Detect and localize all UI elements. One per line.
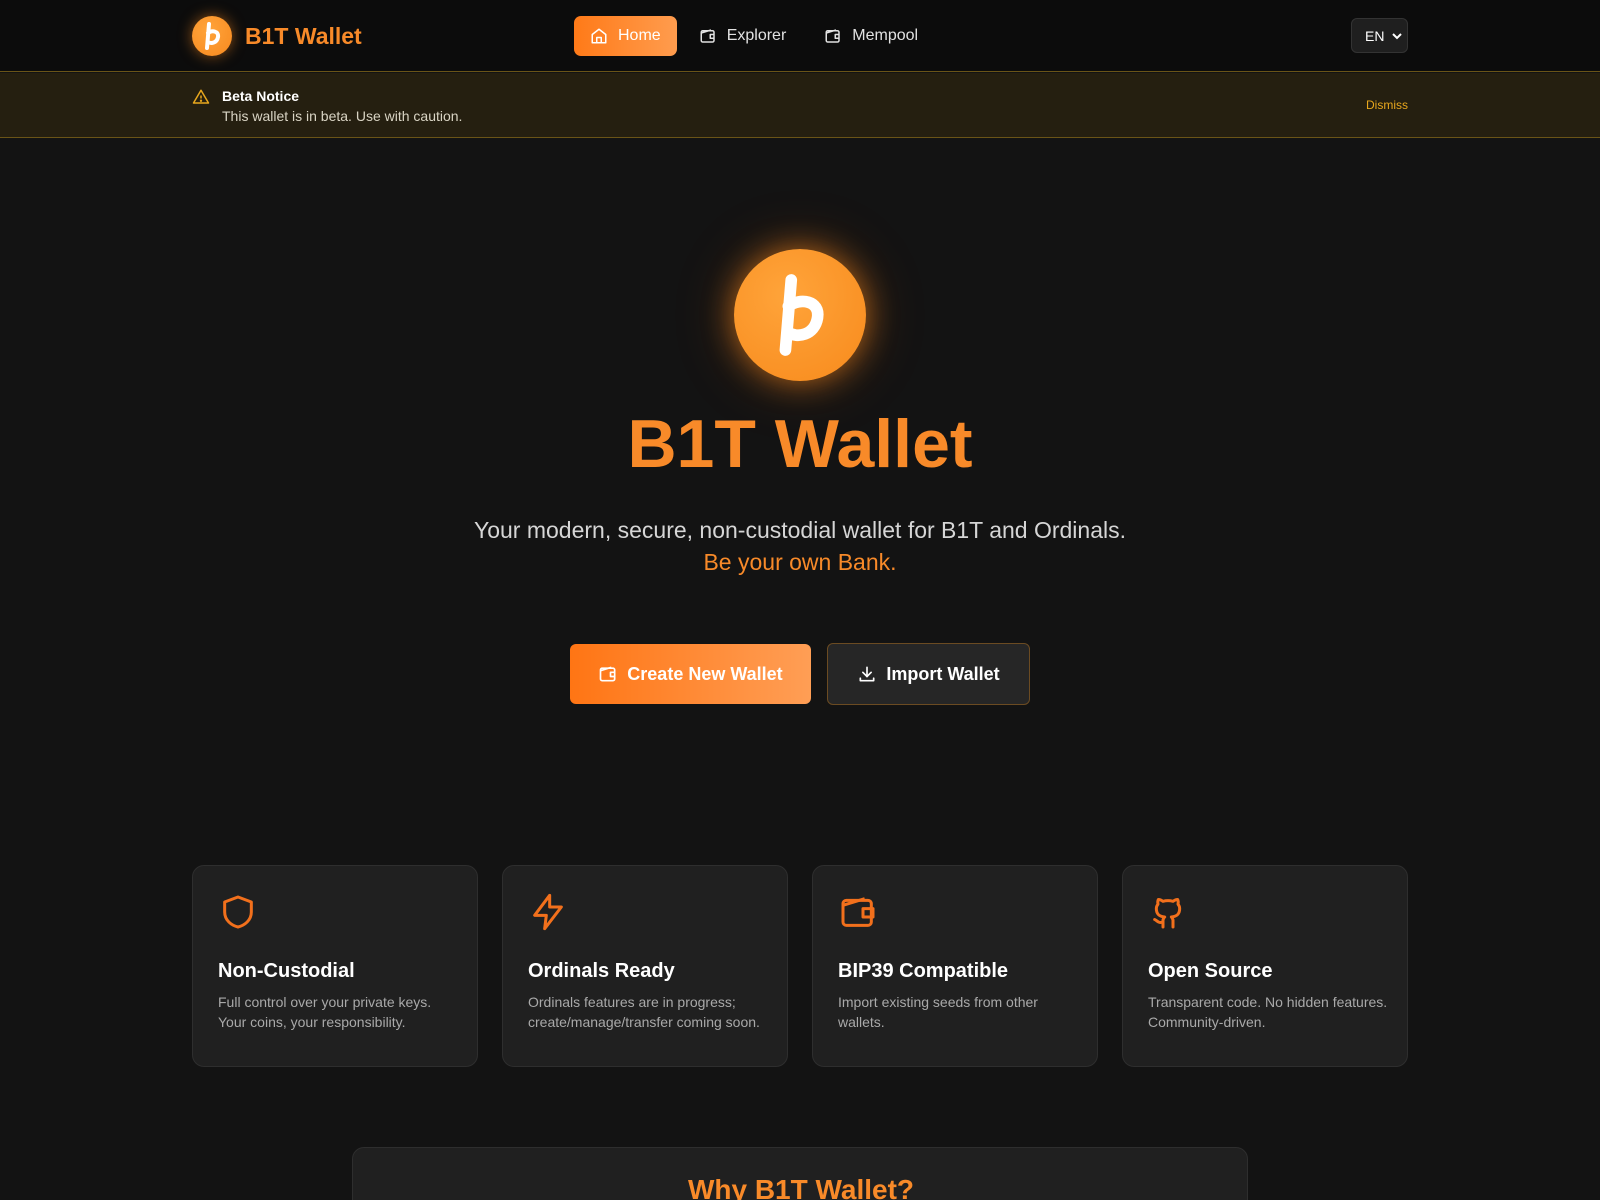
nav-home[interactable]: Home (574, 16, 677, 56)
shield-icon (223, 895, 253, 929)
github-icon (1153, 898, 1182, 929)
notice-title: Beta Notice (222, 88, 300, 104)
top-navigation-bar: B1T Wallet Home Explorer Mempool EN (0, 0, 1600, 72)
wallet-icon (599, 666, 616, 682)
feature-card-non-custodial: Non-Custodial Full control over your pri… (192, 865, 478, 1067)
feature-title: Ordinals Ready (528, 960, 675, 982)
feature-card-open-source: Open Source Transparent code. No hidden … (1122, 865, 1408, 1067)
feature-title: Non-Custodial (218, 960, 355, 982)
feature-title: BIP39 Compatible (838, 960, 1009, 982)
feature-card-bip39-compatible: BIP39 Compatible Import existing seeds f… (812, 865, 1098, 1067)
language-value: EN (1365, 27, 1385, 44)
feature-description: Import existing seeds from other wallets… (838, 994, 1038, 1030)
nav-mempool-label: Mempool (852, 27, 919, 44)
feature-description: Transparent code. No hidden features. Co… (1148, 994, 1388, 1030)
beta-notice-banner: Beta Notice This wallet is in beta. Use … (0, 73, 1600, 138)
import-wallet-label: Import Wallet (886, 663, 1000, 684)
feature-description: Full control over your private keys. You… (218, 994, 432, 1030)
nav-explorer[interactable]: Explorer (683, 16, 803, 56)
dismiss-button[interactable]: Dismiss (1366, 98, 1408, 112)
nav-mempool[interactable]: Mempool (808, 16, 934, 56)
hero-tagline: Be your own Bank. (703, 549, 897, 575)
feature-description: Ordinals features are in progress; creat… (528, 994, 760, 1030)
warning-icon (192, 89, 210, 104)
language-select[interactable]: EN (1351, 18, 1408, 53)
nav-explorer-label: Explorer (726, 27, 787, 44)
wallet-icon (841, 897, 875, 927)
hero-subtitle: Your modern, secure, non-custodial walle… (473, 517, 1127, 543)
hero-b1t-logo-icon (734, 249, 866, 381)
main-nav: Home Explorer Mempool (574, 16, 940, 56)
nav-home-label: Home (618, 27, 661, 44)
brand[interactable]: B1T Wallet (192, 16, 362, 56)
download-icon (859, 666, 875, 682)
feature-title: Open Source (1148, 960, 1273, 982)
import-wallet-button[interactable]: Import Wallet (827, 643, 1030, 705)
lightning-icon (533, 893, 563, 931)
chevron-down-icon (1392, 32, 1403, 39)
notice-text: This wallet is in beta. Use with caution… (222, 108, 463, 124)
wallet-icon (700, 29, 715, 43)
hero-title: B1T Wallet (627, 406, 973, 482)
brand-name: B1T Wallet (245, 22, 362, 49)
wallet-icon (825, 29, 841, 43)
create-new-wallet-button[interactable]: Create New Wallet (570, 644, 811, 704)
b1t-logo-icon (192, 16, 232, 56)
home-icon (591, 28, 607, 44)
why-section-title: Why B1T Wallet? (687, 1174, 915, 1200)
why-section: Why B1T Wallet? (352, 1147, 1248, 1200)
feature-card-ordinals-ready: Ordinals Ready Ordinals features are in … (502, 865, 788, 1067)
create-new-wallet-label: Create New Wallet (627, 663, 783, 684)
